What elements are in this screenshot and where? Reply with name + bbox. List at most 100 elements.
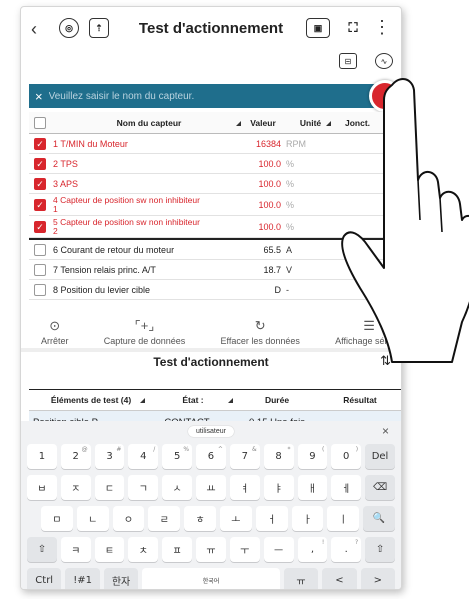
sensor-value: 16384 [255,138,281,149]
erase-label: Effacer les données [220,336,300,346]
keyboard-row-3: ㅁㄴㅇㄹㅎㅗㅓㅏㅣ 🔍 [21,503,401,534]
test-table-header: Éléments de test (4) État : Durée Résult… [29,389,401,411]
cursor-right-key[interactable]: > [360,568,396,589]
sensor-name: 4 Capteur de position sw non inhibiteur 1 [53,194,200,214]
key-char[interactable]: ㄷ [94,475,125,500]
sensor-unit: % [286,221,295,232]
key-7[interactable]: 7 & [229,444,260,469]
column-header-name[interactable]: Nom du capteur [51,118,245,128]
shift-icon[interactable]: ⇧ [365,537,395,562]
key-char[interactable]: ㅜ [229,537,260,562]
key-char[interactable]: ㅕ [229,475,260,500]
key-char[interactable]: ㅂ [27,475,57,500]
key-char[interactable]: ,! [297,537,328,562]
stop-label: Arrêter [41,336,69,346]
key-char[interactable]: ㅁ [41,506,73,531]
column-header-duration[interactable]: Durée [237,395,317,405]
keyboard-row-5: Ctrl !#1 한자 한국어 ㅠ < > [21,565,401,589]
cursor-left-key[interactable]: < [322,568,357,589]
key-char[interactable]: ㅏ [291,506,324,531]
key-char[interactable]: ㅡ [263,537,294,562]
language-key[interactable]: ㅠ [283,568,319,589]
key-char[interactable]: ㅍ [162,537,193,562]
key-0[interactable]: 0) [331,444,362,469]
key-9[interactable]: 9( [297,444,328,469]
row-checkbox[interactable] [34,243,46,256]
key-char[interactable]: ㅅ [162,475,193,500]
sensor-name: 1 T/MIN du Moteur [53,138,128,149]
sensor-name: 3 APS [53,178,79,189]
key-char[interactable]: ㅔ [331,475,362,500]
row-checkbox[interactable] [34,263,46,276]
key-6[interactable]: 6 ^ [196,444,226,469]
keyboard-row-numbers: 1 2 @3 #4/5% 6 ^ 7 & 8 * 9(0) Del [21,441,401,472]
sensor-unit: % [286,178,295,189]
key-5[interactable]: 5% [162,444,193,469]
ctrl-key[interactable]: Ctrl [27,568,62,589]
key-3[interactable]: 3 # [94,444,125,469]
row-checkbox[interactable]: ✓ [34,220,46,233]
pointing-hand-illustration [341,78,469,363]
row-checkbox[interactable]: ✓ [34,198,46,211]
capture-label: Capture de données [103,336,186,346]
screen-record-icon[interactable]: ▣ [306,18,330,38]
suggestion-chip[interactable]: utilisateur [188,425,234,437]
column-header-state[interactable]: État : [149,395,237,405]
column-header-result[interactable]: Résultat [317,395,401,405]
battery-icon[interactable]: ⊟ [339,53,357,69]
key-char[interactable]: ㅊ [128,537,159,562]
app-header: ‹ ◎ ⇡ Test d'actionnement ▣ ⛶ ⋮ [21,7,401,51]
key-char[interactable]: ㅣ [327,506,360,531]
key-4[interactable]: 4/ [128,444,159,469]
sub-toolbar: ⊟ ∿ [339,53,393,69]
backspace-icon[interactable]: ⌫ [365,475,395,500]
row-checkbox[interactable]: ✓ [34,157,46,170]
hanja-key[interactable]: 한자 [103,568,139,589]
sensor-value: 100.0 [258,178,281,189]
key-2[interactable]: 2 @ [60,444,91,469]
search-icon[interactable]: 🔍 [363,506,395,531]
sensor-unit: V [286,264,293,275]
key-char[interactable]: ㅇ [112,506,145,531]
sensor-unit: - [286,284,289,295]
space-key[interactable]: 한국어 [142,568,280,589]
column-header-unit[interactable]: Unité [283,118,335,128]
key-char[interactable]: ㅋ [60,537,91,562]
key-char[interactable]: ㄴ [76,506,109,531]
signal-icon[interactable]: ∿ [375,53,393,69]
row-checkbox[interactable]: ✓ [34,137,46,150]
close-search-icon[interactable]: × [29,89,49,104]
sensor-unit: % [286,199,295,210]
key-char[interactable]: ㅎ [184,506,216,531]
key-char[interactable]: ㅠ [196,537,226,562]
select-all-checkbox[interactable] [34,116,46,129]
row-checkbox[interactable] [34,283,46,296]
suggestion-bar: utilisateur × [21,421,401,441]
key-char[interactable]: ㅓ [255,506,288,531]
fullscreen-icon[interactable]: ⛶ [343,18,363,38]
key-char[interactable]: .? [331,537,362,562]
close-suggestions-icon[interactable]: × [382,424,389,438]
delete-key[interactable]: Del [365,444,395,469]
row-checkbox[interactable]: ✓ [34,177,46,190]
column-header-items[interactable]: Éléments de test (4) [29,395,149,405]
more-menu-icon[interactable]: ⋮ [373,17,391,38]
key-char[interactable]: ㅗ [219,506,252,531]
stop-icon: ⊙ [49,318,61,333]
key-char[interactable]: ㅛ [196,475,226,500]
sensor-name: 2 TPS [53,158,78,169]
column-header-value[interactable]: Valeur [245,118,283,128]
key-char[interactable]: ㅈ [60,475,91,500]
sensor-value: D [274,284,282,295]
refresh-icon: ↻ [254,318,266,333]
key-char[interactable]: ㅌ [94,537,125,562]
key-char[interactable]: ㄹ [148,506,181,531]
key-8[interactable]: 8 * [263,444,294,469]
key-char[interactable]: ㅑ [263,475,294,500]
sensor-value: 100.0 [258,199,281,210]
key-1[interactable]: 1 [27,444,57,469]
symbols-key[interactable]: !#1 [65,568,100,589]
shift-icon[interactable]: ⇧ [27,537,57,562]
key-char[interactable]: ㄱ [128,475,159,500]
key-char[interactable]: ㅐ [297,475,328,500]
